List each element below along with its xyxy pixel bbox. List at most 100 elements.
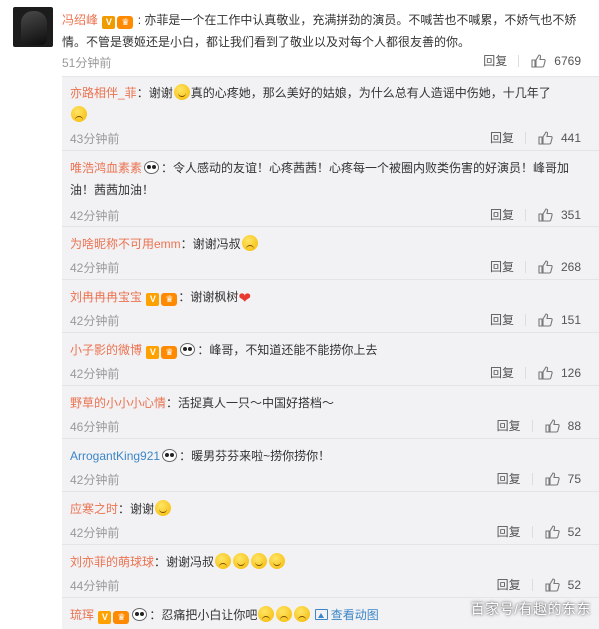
v-badge-icon: V [102,16,116,29]
reply-time: 42分钟前 [70,261,120,275]
reply-time: 43分钟前 [70,132,120,146]
reply-item: 刘亦菲的萌球球：谢谢冯叔 44分钟前 回复 52 [62,545,599,597]
reply-item: 小子影的微博 V ♛ ：峰哥，不知道还能不能捞你上去 42分钟前 回复 126 [62,333,599,385]
smile-emoji-icon [155,500,172,516]
reply-button[interactable]: 回复 [490,258,514,275]
thumb-up-icon[interactable] [538,365,553,380]
sad-emoji-icon [276,606,293,622]
divider [531,578,533,591]
reply-button[interactable]: 回复 [497,417,521,434]
like-count: 151 [560,312,581,327]
divider [531,419,533,432]
smile-emoji-icon [233,553,250,569]
reply-button[interactable]: 回复 [497,470,521,487]
reply-body: ：谢谢 [136,86,173,100]
reply-text: 野草的小小小心情：活捉真人一只～中国好搭档～ [70,392,570,414]
reply-text: 刘亦菲的萌球球：谢谢冯叔 [70,551,570,573]
reply-body: ：谢谢枫树 [178,290,239,304]
thumb-up-icon[interactable] [545,471,560,486]
view-gif-link[interactable]: 查看动图 [314,608,379,622]
reply-username[interactable]: 小子影的微博 [70,343,142,357]
thumb-up-icon[interactable] [538,207,553,222]
thumb-up-icon[interactable] [538,259,553,274]
thumb-up-icon[interactable] [531,53,546,68]
sad-emoji-icon [258,606,275,622]
view-gif-label: 查看动图 [330,608,379,622]
reply-time: 42分钟前 [70,209,120,223]
reply-button[interactable]: 回复 [490,311,514,328]
sad-emoji-icon [294,606,311,622]
reply-text: 唯浩鸿血素素 ：令人感动的友谊！心疼茜茜！心疼每一个被圈内败类伤害的好演员！峰哥加… [70,157,570,201]
reply-username[interactable]: 刘亦菲的萌球球 [70,555,154,569]
reply-time: 42分钟前 [70,526,120,540]
divider [524,366,526,379]
watermark: 百家号/有趣的东东 [470,601,591,617]
reply-button[interactable]: 回复 [497,576,521,593]
reply-username[interactable]: 亦路相伴_菲 [70,86,137,100]
main-username[interactable]: 冯绍峰 [62,13,98,27]
picture-icon [314,609,328,620]
reply-item: 野草的小小小心情：活捉真人一只～中国好搭档～ 46分钟前 回复 88 [62,386,599,438]
reply-list: 亦路相伴_菲：谢谢 真的心疼她，那么美好的姑娘，为什么总有人造谣中伤她，十几年了 … [62,76,599,629]
like-count: 268 [560,259,581,274]
like-count: 351 [560,207,581,222]
panda-emoji-icon [132,608,148,621]
reply-time: 42分钟前 [70,314,120,328]
heart-emoji-icon: ❤ [238,290,251,307]
thumb-up-icon[interactable] [545,418,560,433]
smile-emoji-icon [173,84,190,100]
divider [524,131,526,144]
reply-text: 为啥昵称不可用emm：谢谢冯叔 [70,233,570,255]
reply-username[interactable]: 野草的小小小心情 [70,396,166,410]
reply-button[interactable]: 回复 [490,129,514,146]
reply-item: 唯浩鸿血素素 ：令人感动的友谊！心疼茜茜！心疼每一个被圈内败类伤害的好演员！峰哥加… [62,151,599,226]
reply-button[interactable]: 回复 [483,52,507,69]
reply-username[interactable]: ArrogantKing921 [70,449,160,463]
main-comment-text: 冯绍峰 V ♛ : 亦菲是一个在工作中认真敬业，充满拼劲的演员。不喊苦也不喊累，不… [62,9,587,53]
reply-username[interactable]: 为啥昵称不可用emm [70,237,181,251]
like-count: 75 [567,471,581,486]
thumb-up-icon[interactable] [538,130,553,145]
reply-item: 刘冉冉冉宝宝 V ♛ ：谢谢枫树❤ 42分钟前 回复 151 [62,280,599,332]
reply-button[interactable]: 回复 [490,206,514,223]
main-comment: 冯绍峰 V ♛ : 亦菲是一个在工作中认真敬业，充满拼劲的演员。不喊苦也不喊累，不… [0,0,599,76]
reply-username[interactable]: 琉珲 [70,608,94,622]
reply-actions: 回复 52 [497,523,581,540]
divider [531,525,533,538]
reply-username[interactable]: 刘冉冉冉宝宝 [70,290,142,304]
reply-item: 亦路相伴_菲：谢谢 真的心疼她，那么美好的姑娘，为什么总有人造谣中伤她，十几年了 … [62,77,599,150]
v-badge-icon: V [146,293,160,306]
reply-actions: 回复 151 [490,311,581,328]
reply-button[interactable]: 回复 [497,523,521,540]
thumb-up-icon[interactable] [545,524,560,539]
reply-actions: 回复 52 [497,576,581,593]
reply-time: 46分钟前 [70,420,120,434]
reply-time: 42分钟前 [70,473,120,487]
reply-body: ：暖男芬芬来啦~捞你捞你！ [179,449,331,463]
reply-body: ：谢谢冯叔 [154,555,215,569]
reply-actions: 回复 75 [497,470,581,487]
reply-item: ArrogantKing921 ：暖男芬芬来啦~捞你捞你！ 42分钟前 回复 75 [62,439,599,491]
sad-emoji-icon [215,553,232,569]
reply-username[interactable]: 应寒之时 [70,502,118,516]
sad-emoji-icon [241,235,258,251]
reply-username[interactable]: 唯浩鸿血素素 [70,161,142,175]
like-count: 441 [560,130,581,145]
reply-time: 44分钟前 [70,579,120,593]
like-count: 126 [560,365,581,380]
like-count: 52 [567,524,581,539]
reply-actions: 回复 441 [490,129,581,146]
thumb-up-icon[interactable] [538,312,553,327]
main-comment-time: 51分钟前 [62,56,112,70]
crown-badge-icon: ♛ [161,346,178,359]
like-count: 6769 [554,53,581,68]
reply-button[interactable]: 回复 [490,364,514,381]
reply-body-cont: 真的心疼她，那么美好的姑娘，为什么总有人造谣中伤她，十几年了 [190,86,551,100]
v-badge-icon: V [146,346,160,359]
avatar[interactable] [13,7,53,47]
crown-badge-icon: ♛ [117,16,134,29]
like-count: 52 [567,577,581,592]
divider [524,260,526,273]
v-badge-icon: V [98,611,112,624]
thumb-up-icon[interactable] [545,577,560,592]
